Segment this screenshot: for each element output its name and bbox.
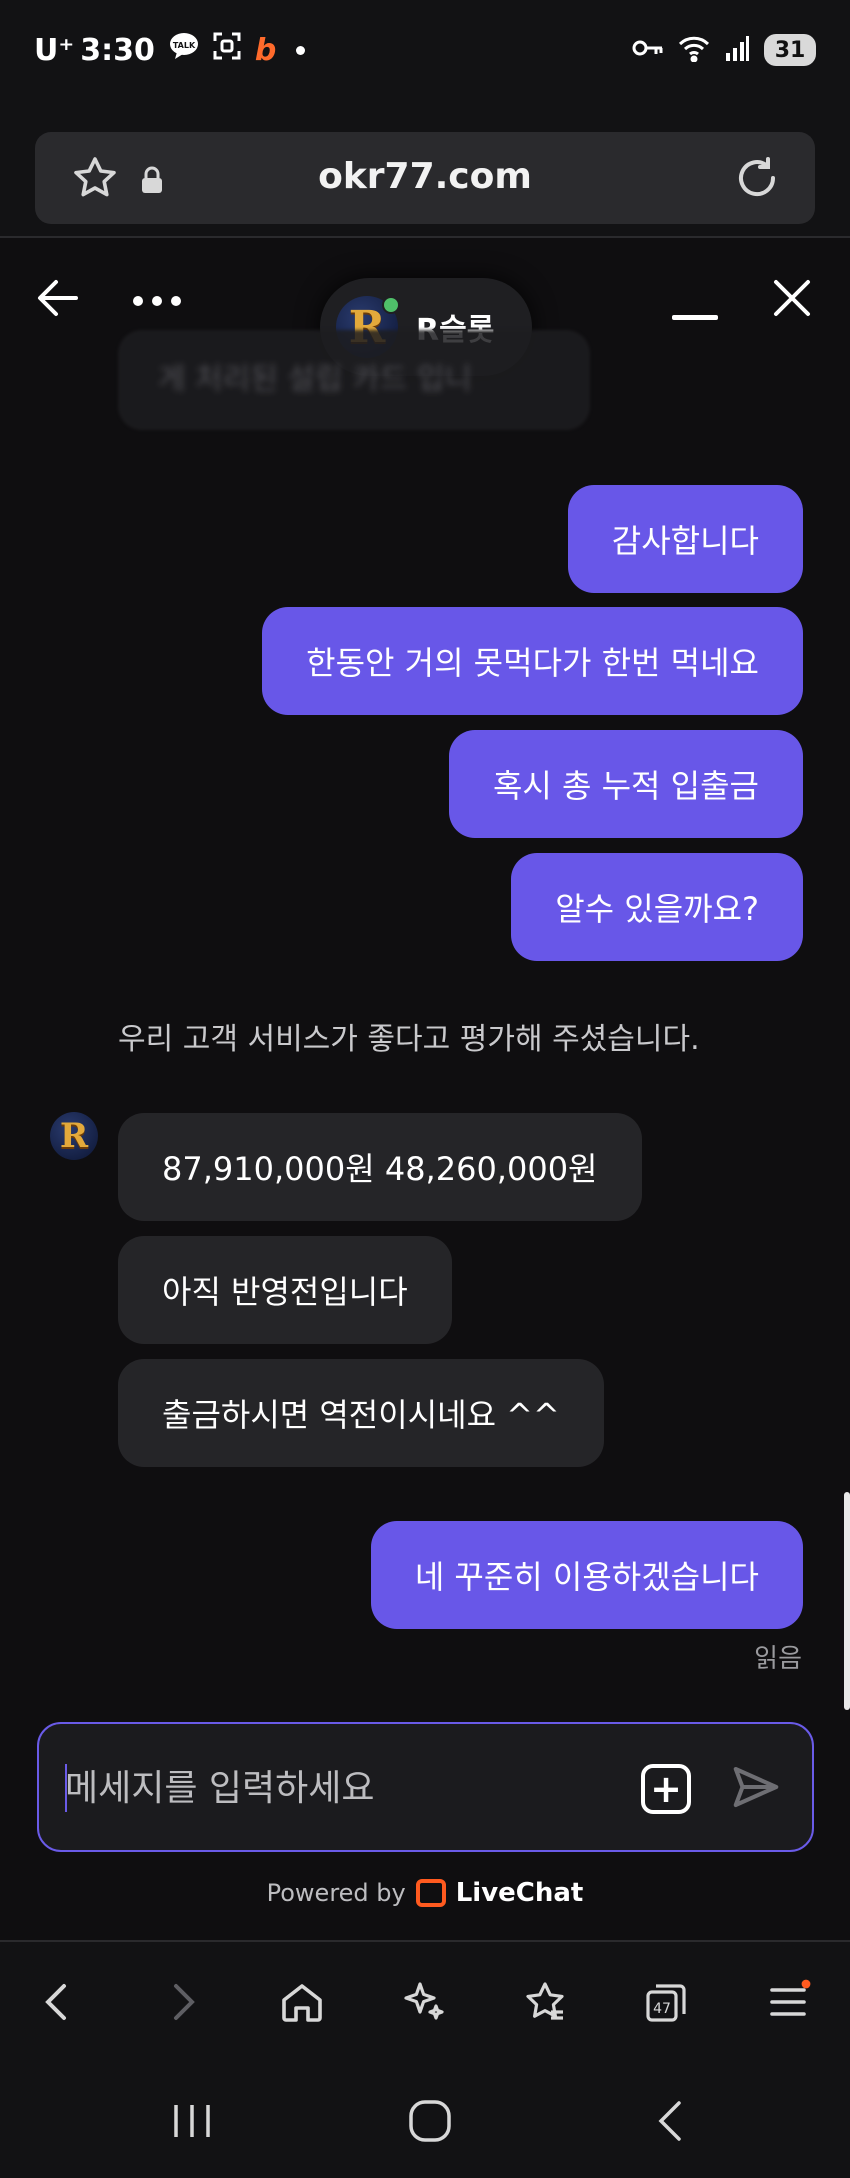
key-icon [632,38,664,62]
address-bar[interactable]: okr77.com [35,132,815,224]
system-back-icon[interactable] [640,2096,700,2146]
home-icon[interactable] [272,1972,332,2032]
previous-message-bubble: 게 처리된 설립 카드 입니 [118,330,590,430]
livechat-logo-icon [415,1879,446,1907]
carrier-label: U⁺ [34,32,75,68]
close-icon[interactable] [772,278,812,322]
recent-apps-icon[interactable] [162,2096,222,2146]
incoming-message: 87,910,000원 48,260,000원 [118,1113,642,1221]
powered-by-footer: Powered by LiveChat [0,1878,850,1908]
back-icon[interactable] [28,1972,88,2032]
reload-icon[interactable] [733,154,781,206]
outgoing-message: 혹시 총 누적 입출금 [448,730,803,838]
more-options-icon[interactable] [132,292,182,311]
read-receipt: 읽음 [754,1644,802,1674]
outgoing-message: 알수 있을까요? [511,853,803,961]
wifi-icon [678,34,710,66]
browser-address-area: okr77.com [0,110,850,238]
svg-text:TALK: TALK [173,41,196,50]
send-icon[interactable] [729,1760,789,1820]
home-button-icon[interactable] [400,2096,460,2146]
signal-icon [724,35,750,65]
outgoing-message: 한동안 거의 못먹다가 한번 먹네요 [262,607,803,715]
b-app-icon: b [254,32,277,68]
outgoing-message: 감사합니다 [567,485,803,593]
menu-icon[interactable] [758,1972,818,2032]
battery-icon: 31 [764,34,816,66]
previous-message-text: 게 처리된 설립 카드 입니 [158,362,473,397]
ai-sparkle-icon[interactable] [394,1972,454,2032]
clock: 3:30 [80,32,155,68]
minimize-icon[interactable] [672,308,718,327]
agent-avatar: R [50,1112,98,1160]
chat-scrollbar[interactable] [844,1492,850,1710]
outgoing-message: 네 꾸준히 이용하겠습니다 [370,1521,803,1629]
browser-toolbar: 47 [0,1940,850,2060]
svg-text:47: 47 [653,2001,671,2017]
screenshot-icon [213,32,241,68]
system-navigation-bar [0,2060,850,2178]
incoming-message: 아직 반영전입니다 [118,1236,452,1344]
incoming-message: 출금하시면 역전이시네요 ^^ [118,1359,604,1467]
powered-by-text: Powered by [266,1879,406,1907]
message-input[interactable] [65,1758,625,1818]
text-caret [65,1764,67,1812]
talk-icon: TALK [169,32,199,68]
back-arrow-icon[interactable] [36,278,80,322]
online-status-dot [382,296,400,314]
status-bar: U⁺ 3:30 TALK b 31 [0,0,850,110]
url-text[interactable]: okr77.com [35,156,815,197]
rating-system-note: 우리 고객 서비스가 좋다고 평가해 주셨습니다. [118,1022,700,1057]
favorites-icon[interactable] [515,1972,575,2032]
livechat-brand[interactable]: LiveChat [456,1878,584,1908]
tabs-icon[interactable]: 47 [636,1972,696,2032]
attach-plus-icon[interactable]: + [641,1764,691,1814]
message-composer: + [37,1722,814,1852]
dot-icon [296,45,306,55]
forward-icon[interactable] [152,1972,212,2032]
